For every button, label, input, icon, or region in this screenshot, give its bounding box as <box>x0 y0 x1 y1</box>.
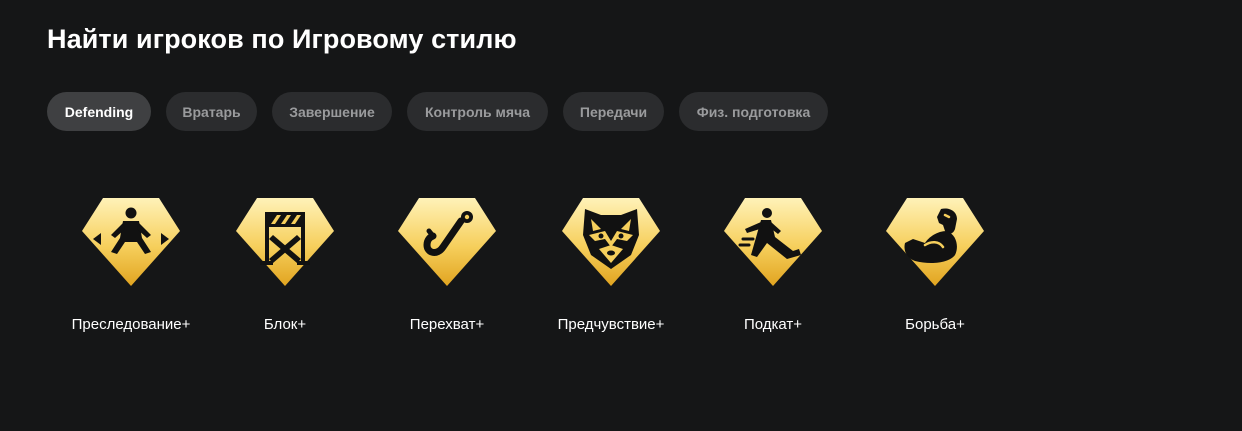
barrier-icon <box>236 198 334 286</box>
playstyle-category-tabs: Defending Вратарь Завершение Контроль мя… <box>47 92 828 131</box>
playstyle-label: Предчувствие+ <box>557 316 665 333</box>
slide-tackle-icon <box>724 198 822 286</box>
playstyle-label: Перехват+ <box>409 316 485 333</box>
playstyle-card-slide-tackle[interactable]: Подкат+ <box>683 195 863 333</box>
playstyle-card-block[interactable]: Блок+ <box>195 195 375 333</box>
tab-physical[interactable]: Физ. подготовка <box>679 92 828 131</box>
page: Найти игроков по Игровому стилю Defendin… <box>0 0 1242 431</box>
tab-defending[interactable]: Defending <box>47 92 151 131</box>
raccoon-icon <box>562 198 660 286</box>
hook-icon <box>398 198 496 286</box>
playstyle-card-anticipate[interactable]: Предчувствие+ <box>521 195 701 333</box>
playstyle-label: Преследование+ <box>71 316 191 333</box>
tab-passing[interactable]: Передачи <box>563 92 664 131</box>
playstyle-card-bruiser[interactable]: Борьба+ <box>845 195 1025 333</box>
tab-ball-control[interactable]: Контроль мяча <box>407 92 548 131</box>
tab-finishing[interactable]: Завершение <box>272 92 392 131</box>
playstyle-label: Блок+ <box>263 316 307 333</box>
playstyle-card-intercept[interactable]: Перехват+ <box>357 195 537 333</box>
playstyle-card-jockey[interactable]: Преследование+ <box>41 195 221 333</box>
flexed-arm-icon <box>886 198 984 286</box>
jockey-icon <box>82 198 180 286</box>
playstyle-label: Борьба+ <box>905 316 965 333</box>
tab-goalkeeper[interactable]: Вратарь <box>166 92 257 131</box>
page-title: Найти игроков по Игровому стилю <box>47 24 517 54</box>
playstyle-label: Подкат+ <box>743 316 803 333</box>
